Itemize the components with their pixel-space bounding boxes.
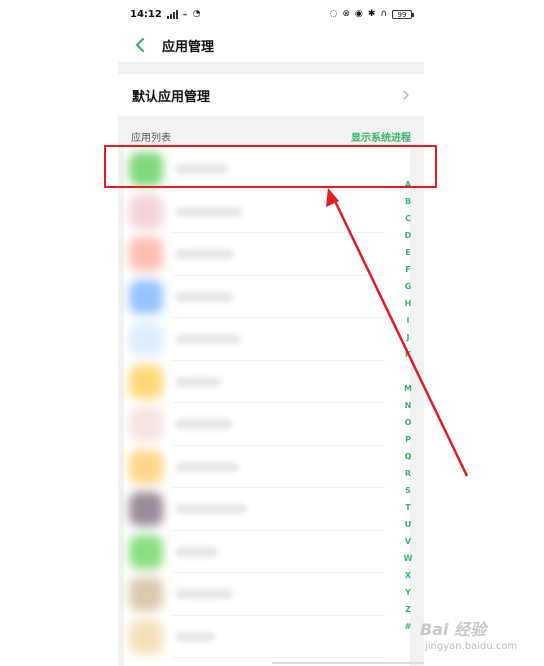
app-list-item[interactable] [124,531,410,574]
status-right: ◌ ⊗ ◉ ✱ ∩ 99 [329,9,414,19]
blurred-app-name [175,504,247,515]
app-list-item[interactable] [124,233,410,276]
alphabet-index-letter[interactable]: N [402,397,414,414]
alphabet-index-letter[interactable]: W [402,550,414,567]
watermark-domain: jingyan.baidu.com [425,641,518,652]
app-icon [129,577,163,612]
blurred-app-name [175,334,241,345]
chevron-left-icon [135,38,145,52]
alphabet-index[interactable]: A B C D E F G H I J K M N O P Q R S T U V W X Y Z # [402,176,414,635]
wifi-icon: ◔ [192,9,201,19]
app-list [124,148,410,666]
alphabet-index-letter[interactable]: P [402,431,414,448]
alphabet-index-letter[interactable]: G [402,278,414,295]
blurred-app-name [175,589,233,600]
app-list-item[interactable] [124,191,410,234]
alphabet-index-letter[interactable]: Y [402,584,414,601]
app-list-item[interactable] [124,403,410,446]
app-icon [129,279,163,314]
app-list-item[interactable] [124,361,410,404]
settings-icon: ⊗ [342,9,350,19]
alphabet-index-letter[interactable]: V [402,533,414,550]
app-list-header: 应用列表 显示系统进程 [118,128,424,144]
alphabet-index-letter[interactable]: U [402,516,414,533]
blurred-app-name [175,291,233,302]
alphabet-index-letter[interactable]: # [402,618,414,635]
status-time: 14:12 [130,8,162,20]
app-icon [129,449,163,484]
headphones-icon: ∩ [380,9,387,19]
alphabet-index-letter[interactable]: K [402,346,414,363]
app-icon [129,534,163,569]
alphabet-index-letter[interactable]: T [402,499,414,516]
signal-icon [166,9,178,19]
vibrate-icon: ◌ [329,9,338,19]
bottom-gesture-bar [272,662,424,664]
header: 应用管理 [118,28,424,62]
alphabet-index-letter[interactable]: C [402,210,414,227]
default-app-management-label: 默认应用管理 [132,89,211,105]
highlight-box [104,145,437,188]
alphabet-index-letter[interactable]: X [402,567,414,584]
app-icon [129,619,163,654]
alphabet-index-letter[interactable]: F [402,261,414,278]
bluetooth-icon: ✱ [367,9,376,19]
app-icon [129,194,163,229]
alphabet-index-letter[interactable]: H [402,295,414,312]
alphabet-index-letter[interactable]: E [402,244,414,261]
alphabet-index-letter[interactable]: Z [402,601,414,618]
battery-icon: 99 [392,9,414,19]
blurred-app-name [175,546,219,557]
alphabet-index-letter[interactable]: M [402,380,414,397]
app-list-item[interactable] [124,573,410,616]
alarm-icon: ◉ [355,9,363,19]
blurred-app-name [175,631,215,642]
baidu-watermark: Bai 经验 jingyan.baidu.com [420,606,538,658]
alphabet-index-letter[interactable]: O [402,414,414,431]
chevron-right-icon [402,89,410,101]
app-icon [129,322,163,357]
alphabet-index-letter[interactable]: B [402,193,414,210]
app-list-item[interactable] [124,276,410,319]
blurred-app-name [175,249,235,260]
alphabet-index-letter[interactable]: S [402,482,414,499]
app-list-item[interactable] [124,318,410,361]
show-system-processes-link[interactable]: 显示系统进程 [351,129,411,144]
app-list-label: 应用列表 [131,132,171,144]
blurred-app-name [175,376,221,387]
blurred-app-name [175,461,239,472]
network-icon: ⌁ [182,9,188,19]
alphabet-index-letter[interactable] [402,363,414,380]
app-list-item[interactable] [124,616,410,659]
blurred-app-name [175,206,243,217]
app-icon [129,492,163,527]
page-title: 应用管理 [162,39,215,55]
default-app-management-row[interactable]: 默认应用管理 [118,74,424,116]
alphabet-index-letter[interactable]: J [402,329,414,346]
alphabet-index-letter[interactable]: R [402,465,414,482]
alphabet-index-letter[interactable]: D [402,227,414,244]
status-bar: 14:12 ⌁ ◔ ◌ ⊗ ◉ ✱ ∩ 99 [118,0,424,28]
alphabet-index-letter[interactable]: I [402,312,414,329]
watermark-brand: Bai 经验 [420,620,487,639]
screenshot-canvas: 14:12 ⌁ ◔ ◌ ⊗ ◉ ✱ ∩ 99 应用管理 默认应用管理 应用列表 … [0,0,544,666]
blurred-app-name [175,419,233,430]
app-icon [129,364,163,399]
app-list-item[interactable] [124,446,410,489]
back-button[interactable] [132,37,148,53]
app-icon [129,237,163,272]
alphabet-index-letter[interactable]: Q [402,448,414,465]
phone-screen: 14:12 ⌁ ◔ ◌ ⊗ ◉ ✱ ∩ 99 应用管理 默认应用管理 应用列表 … [118,0,424,666]
app-list-item[interactable] [124,488,410,531]
status-left: 14:12 ⌁ ◔ [130,9,201,20]
app-icon [129,407,163,442]
